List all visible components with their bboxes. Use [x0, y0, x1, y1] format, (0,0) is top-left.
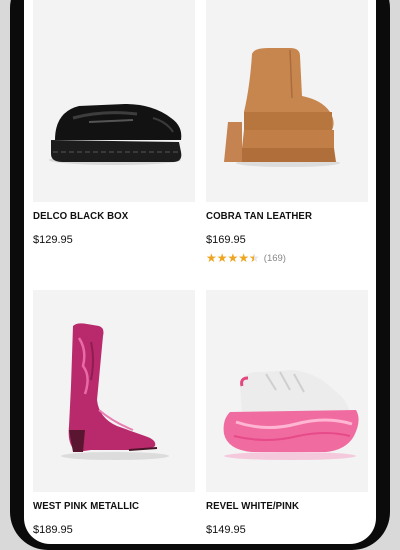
review-count: (169)	[263, 252, 286, 264]
product-image-delco[interactable]	[33, 0, 195, 202]
product-name[interactable]: DELCO BLACK BOX	[33, 210, 182, 222]
product-price: $189.95	[33, 524, 73, 536]
product-price: $149.95	[206, 524, 246, 536]
product-card-revel[interactable]: REVEL WHITE/PINK $149.95	[206, 290, 368, 536]
product-name[interactable]: WEST PINK METALLIC	[33, 500, 182, 512]
product-name[interactable]: REVEL WHITE/PINK	[206, 500, 355, 512]
product-image-cobra[interactable]	[206, 0, 368, 202]
product-price: $169.95	[206, 234, 246, 246]
cowboy-boot-image	[61, 323, 169, 460]
product-card-west[interactable]: WEST PINK METALLIC $189.95	[33, 290, 195, 536]
product-grid-screen: DELCO BLACK BOX $129.95 COBRA TAN LEATHE…	[24, 0, 376, 544]
platform-bootie-image	[224, 48, 340, 167]
star-rating-icon: ★★★★★ ★★★★★	[206, 251, 260, 265]
product-name[interactable]: COBRA TAN LEATHER	[206, 210, 355, 222]
product-image-west[interactable]	[33, 290, 195, 492]
chunky-sneaker-image	[223, 370, 359, 460]
product-price: $129.95	[33, 234, 73, 246]
product-rating[interactable]: ★★★★★ ★★★★★ (169)	[206, 252, 368, 264]
product-image-revel[interactable]	[206, 290, 368, 492]
product-card-delco[interactable]: DELCO BLACK BOX $129.95	[33, 0, 195, 246]
loafer-shoe-image	[49, 104, 182, 165]
product-card-cobra[interactable]: COBRA TAN LEATHER $169.95 ★★★★★ ★★★★★ (1…	[206, 0, 368, 264]
